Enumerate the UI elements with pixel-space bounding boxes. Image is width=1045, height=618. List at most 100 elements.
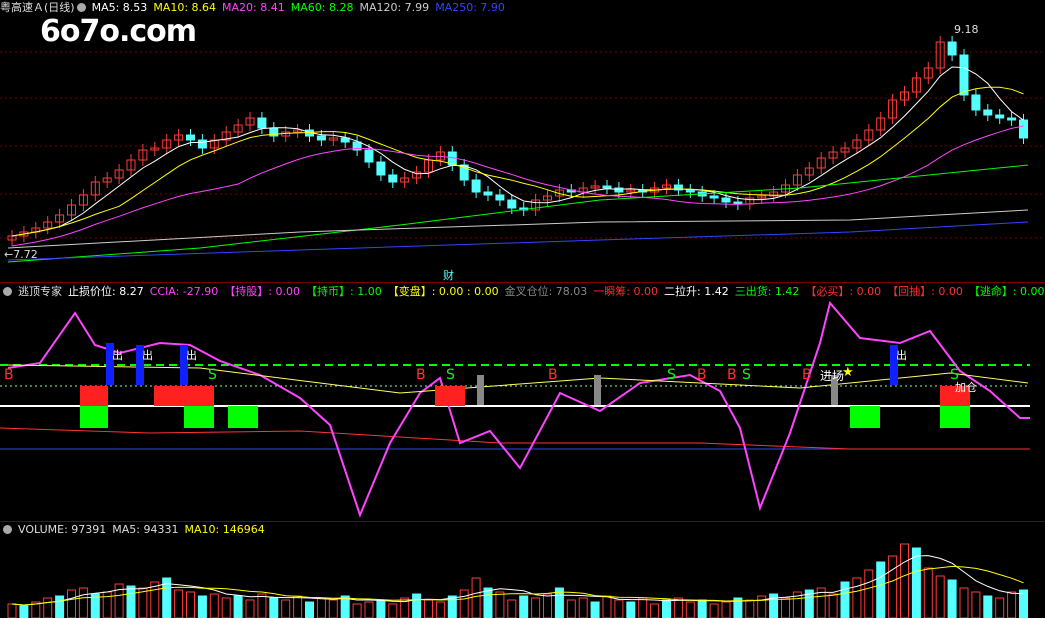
volume-bar bbox=[721, 601, 731, 618]
candle-body bbox=[186, 134, 195, 141]
buy-mark: B bbox=[727, 367, 737, 383]
position-bar bbox=[594, 375, 601, 405]
candle-body bbox=[257, 117, 267, 129]
out-mark: 出 bbox=[896, 348, 907, 362]
volume-bar bbox=[673, 597, 683, 618]
buy-block bbox=[154, 386, 214, 406]
volume-bar bbox=[864, 569, 874, 618]
candle-body bbox=[364, 149, 374, 163]
candle-body bbox=[197, 139, 207, 149]
volume-bar bbox=[388, 603, 398, 618]
sell-block bbox=[850, 406, 880, 428]
volume-bar bbox=[1019, 589, 1028, 618]
volume-bar bbox=[662, 599, 671, 618]
volume-bar bbox=[305, 601, 314, 618]
indicator-chart[interactable]: B B B B B BS S S S S出出出出进场★加仓 bbox=[0, 283, 1045, 521]
ma250-line bbox=[7, 221, 1029, 261]
candle-body bbox=[471, 179, 481, 193]
buy-block bbox=[435, 386, 465, 406]
volume-bar bbox=[614, 599, 624, 618]
volume-bar bbox=[424, 599, 433, 618]
volume-bar bbox=[19, 605, 29, 618]
add-position-mark: 加仓 bbox=[955, 380, 977, 394]
low-price-value: 7.72 bbox=[13, 248, 38, 261]
volume-bar bbox=[55, 595, 65, 618]
volume-bar bbox=[233, 595, 243, 618]
candle-body bbox=[1007, 117, 1017, 121]
sell-block bbox=[228, 406, 258, 428]
candle-body bbox=[733, 201, 743, 205]
volume-bar bbox=[531, 597, 541, 618]
candle-body bbox=[376, 161, 386, 176]
volume-bar bbox=[959, 587, 969, 618]
volume-bar bbox=[709, 603, 719, 618]
buy-mark: B bbox=[548, 367, 558, 383]
volume-bar bbox=[828, 593, 838, 618]
finance-event-marker[interactable]: 财 bbox=[443, 267, 454, 283]
volume-bar bbox=[947, 579, 957, 618]
sell-block bbox=[940, 406, 970, 428]
volume-bar bbox=[495, 591, 505, 618]
candle-body bbox=[709, 195, 719, 199]
volume-bar bbox=[900, 543, 909, 618]
candle-body bbox=[1019, 119, 1028, 139]
volume-bar bbox=[685, 601, 695, 618]
volume-panel[interactable]: VOLUME: 97391 MA5: 94331 MA10: 146964 bbox=[0, 522, 1045, 618]
candle-body bbox=[495, 194, 505, 201]
candle-body bbox=[685, 189, 695, 193]
sell-mark: S bbox=[446, 367, 455, 383]
candle-body bbox=[947, 41, 957, 56]
volume-bar bbox=[245, 599, 255, 618]
volume-bar bbox=[7, 603, 17, 618]
volume-bar bbox=[471, 577, 481, 618]
volume-bar bbox=[78, 587, 88, 618]
volume-bar bbox=[67, 589, 76, 618]
ma10-line bbox=[11, 86, 1024, 237]
volume-bar bbox=[197, 595, 207, 618]
volume-bar bbox=[697, 599, 707, 618]
volume-bar bbox=[376, 599, 386, 618]
enter-mark: 进场 bbox=[820, 369, 844, 383]
volume-bar bbox=[911, 547, 921, 618]
volume-bar bbox=[174, 589, 184, 618]
volume-bar bbox=[340, 595, 350, 618]
volume-bar bbox=[364, 601, 374, 618]
volume-bar bbox=[186, 591, 195, 618]
volume-bar bbox=[888, 555, 898, 618]
volume-bar bbox=[352, 603, 362, 618]
out-mark: 出 bbox=[186, 348, 197, 362]
volume-bar bbox=[316, 597, 326, 618]
volume-bar bbox=[543, 593, 552, 618]
watermark: 6o7o.com bbox=[40, 14, 197, 49]
volume-bar bbox=[602, 595, 612, 618]
indicator-panel[interactable]: 逃顶专家 止损价位: 8.27 CCIA: -27.90 【持股】: 0.00 【持币】… bbox=[0, 283, 1045, 521]
volume-bar bbox=[459, 589, 469, 618]
volume-bar bbox=[923, 567, 933, 618]
volume-bar bbox=[281, 599, 291, 618]
volume-bar bbox=[971, 591, 981, 618]
volume-bar bbox=[781, 597, 790, 618]
volume-bar bbox=[995, 597, 1005, 618]
volume-bar bbox=[935, 575, 945, 618]
volume-bar bbox=[483, 587, 493, 618]
volume-bar bbox=[519, 595, 529, 618]
out-mark: 出 bbox=[142, 348, 153, 362]
star-mark: ★ bbox=[842, 365, 854, 380]
volume-bar bbox=[638, 597, 648, 618]
volume-bar bbox=[328, 599, 338, 618]
candle-body bbox=[983, 109, 993, 116]
volume-bar bbox=[1007, 591, 1017, 618]
candle-body bbox=[316, 135, 326, 141]
candle-body bbox=[971, 94, 981, 111]
volume-bar bbox=[412, 593, 422, 618]
volume-bar bbox=[257, 593, 267, 618]
volume-bar bbox=[293, 595, 303, 618]
volume-bar bbox=[269, 597, 279, 618]
candle-body bbox=[388, 174, 398, 183]
volume-bar bbox=[852, 577, 862, 618]
volume-bar bbox=[209, 593, 219, 618]
position-bar bbox=[477, 375, 484, 405]
volume-chart[interactable] bbox=[0, 522, 1045, 618]
red-wave-line bbox=[0, 427, 1030, 450]
volume-bar bbox=[126, 585, 136, 618]
